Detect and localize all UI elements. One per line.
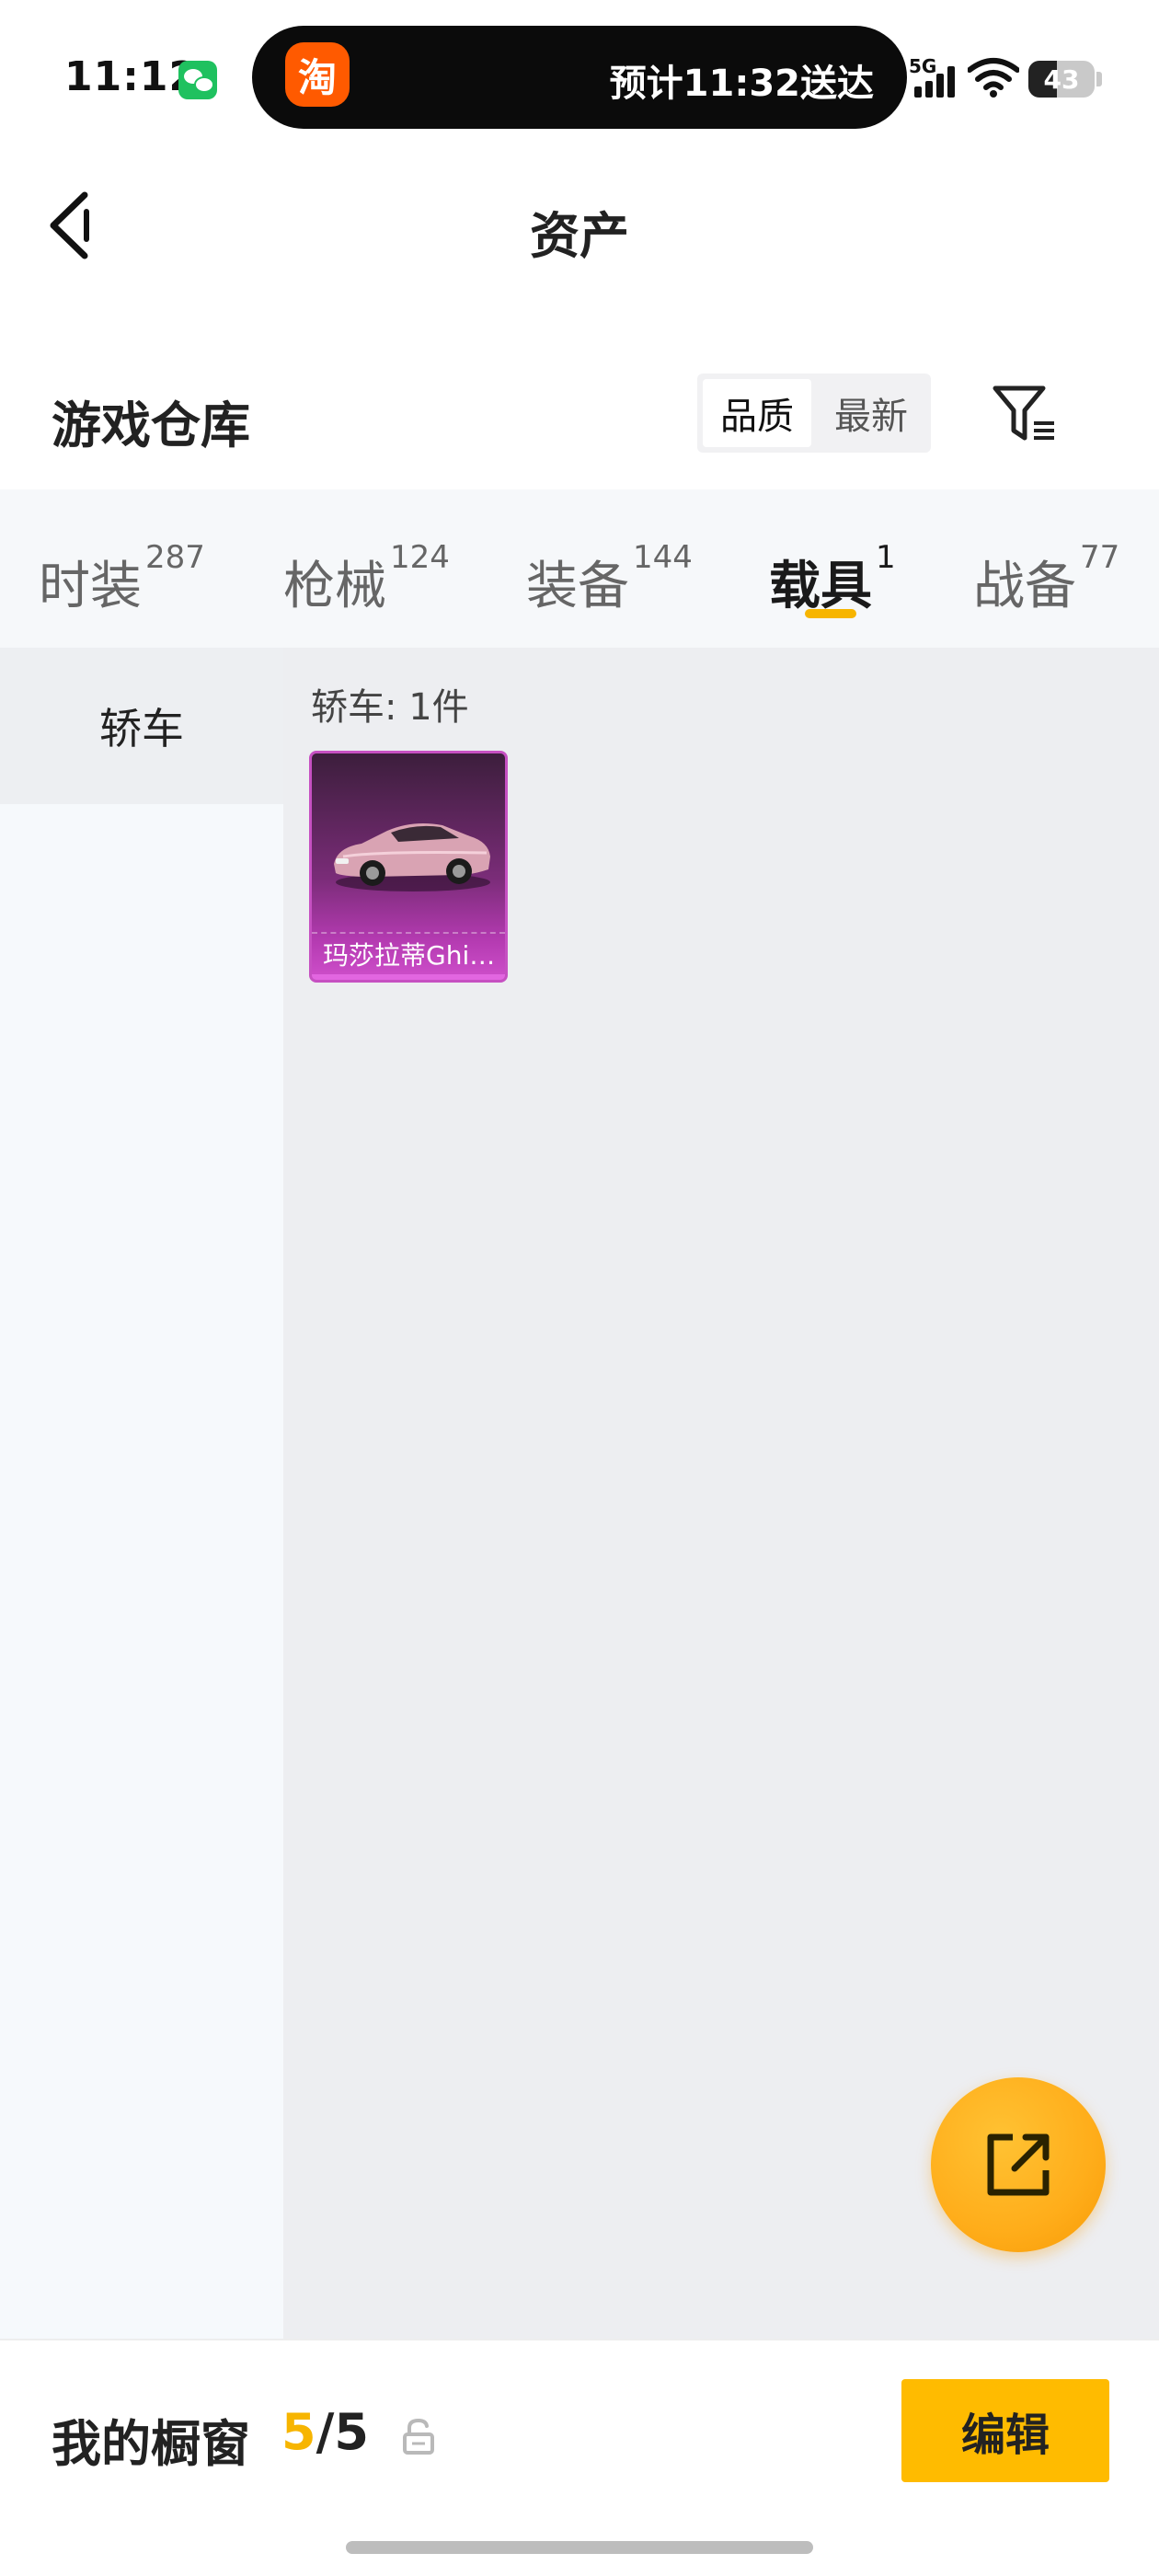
tab-label: 载具 [769,557,872,616]
page-title: 资产 [530,207,629,265]
battery-level: 43 [1043,64,1080,95]
bottom-bar: 我的橱窗 5/5 编辑 [0,2339,1159,2576]
showcase-count-separator: / [316,2403,335,2461]
rarity-bar [312,974,505,980]
tab-label: 枪械 [283,557,386,616]
sidebar-item-sedan[interactable]: 轿车 [0,648,283,804]
asset-page: 11:12 淘 预计11:32送达 5G 43 资产 游戏仓库 品质 最新 时装… [0,0,1159,2576]
tab-count: 287 [145,539,205,576]
tab-count: 144 [633,539,693,576]
tab-label: 时装 [39,557,142,616]
signal-icon [914,66,955,98]
tab-count: 1 [876,539,896,576]
showcase-count-current: 5 [281,2403,316,2461]
edit-button[interactable]: 编辑 [901,2379,1109,2482]
tab-count: 124 [390,539,450,576]
item-card[interactable]: 玛莎拉蒂Ghi… [309,751,508,983]
showcase-label: 我的橱窗 [52,2415,250,2473]
item-name: 玛莎拉蒂Ghi… [312,932,505,974]
category-tabbar: 时装 287 枪械 124 装备 144 载具 1 战备 77 [0,489,1159,648]
tab-label: 装备 [526,557,629,616]
tab-firearms[interactable]: 枪械 124 [283,539,450,619]
sidebar: 轿车 [0,648,283,2339]
battery-icon: 43 [1028,61,1095,98]
tab-war-supplies[interactable]: 战备 77 [973,539,1119,619]
home-indicator[interactable] [346,2541,813,2554]
wechat-icon [178,61,217,99]
tab-label: 战备 [973,557,1076,616]
lock-icon [403,2418,434,2455]
car-icon [334,823,490,891]
active-tab-indicator [805,609,856,618]
wifi-icon [968,58,1019,98]
dynamic-island[interactable]: 淘 预计11:32送达 [252,26,907,129]
showcase-count-total: 5 [334,2403,369,2461]
share-external-icon [987,2133,1050,2196]
battery-tip [1096,72,1102,86]
delivery-eta-text: 预计11:32送达 [609,63,874,105]
sort-option-quality[interactable]: 品质 [703,379,811,447]
group-label: 轿车: 1件 [311,686,469,729]
tab-equipment[interactable]: 装备 144 [526,539,693,619]
tab-vehicles[interactable]: 载具 1 [769,539,896,619]
taobao-app-icon: 淘 [285,42,350,107]
showcase-count: 5/5 [281,2403,369,2461]
section-title: 游戏仓库 [52,397,250,454]
tab-count: 77 [1080,539,1120,576]
sort-toggle: 品质 最新 [697,374,931,453]
filter-icon[interactable] [990,383,1058,447]
tab-fashion[interactable]: 时装 287 [39,539,205,619]
share-button[interactable] [931,2077,1106,2252]
sort-option-newest[interactable]: 最新 [817,379,925,447]
